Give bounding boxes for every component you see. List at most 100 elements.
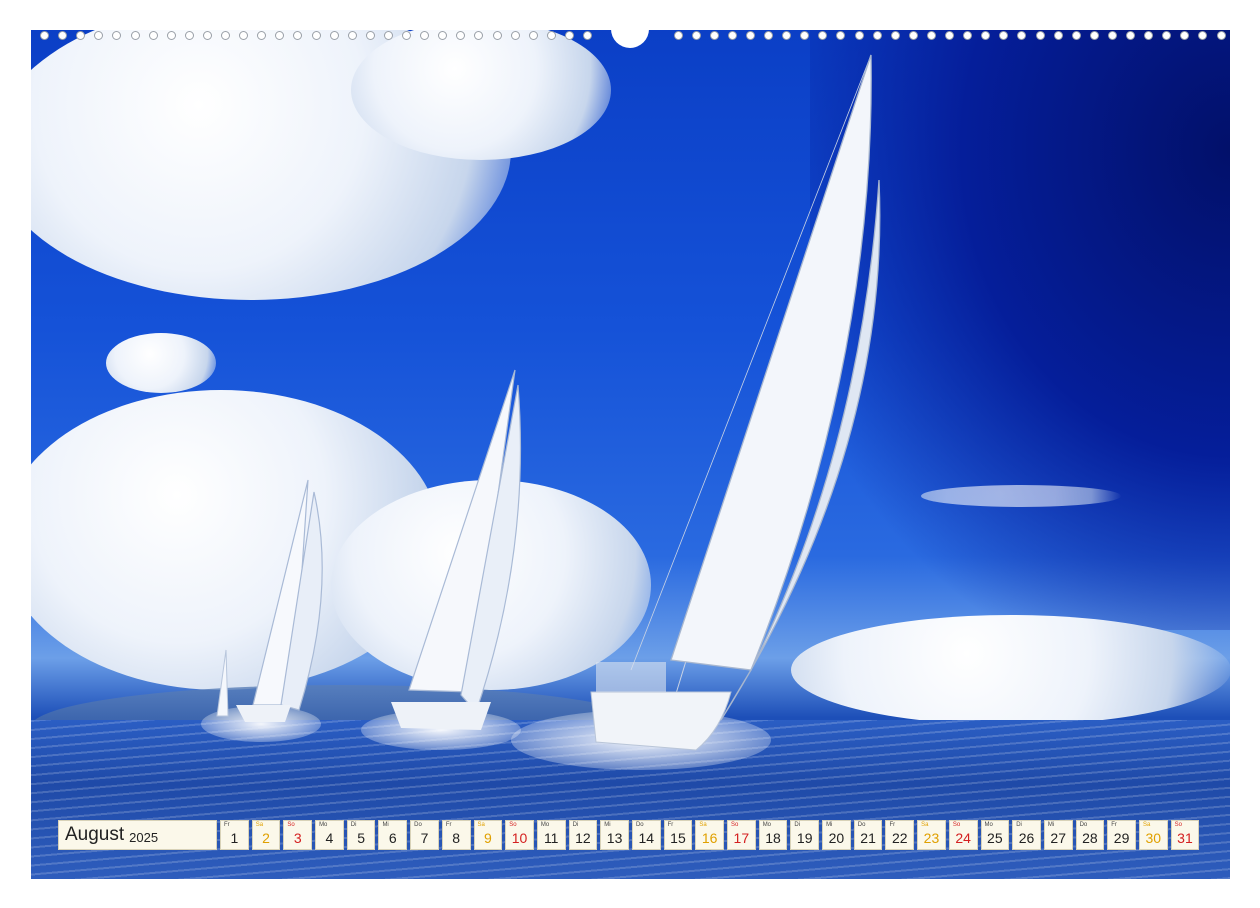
binding-ring [492, 31, 502, 40]
day-number: 4 [325, 830, 334, 846]
binding-ring [1162, 31, 1172, 40]
binding-ring [510, 31, 520, 40]
day-cell: Sa 2 [251, 820, 281, 850]
day-number: 16 [701, 830, 718, 846]
day-cell: Fr 22 [885, 820, 915, 850]
weekday-label: Fr [1111, 822, 1117, 828]
weekday-label: Sa [921, 822, 929, 828]
binding-ring [311, 31, 321, 40]
binding-ring [926, 31, 936, 40]
binding-ring [890, 31, 900, 40]
weekday-label: Sa [477, 822, 485, 828]
weekday-label: Do [635, 822, 644, 828]
binding-ring [1053, 31, 1063, 40]
day-cell: Sa 23 [917, 820, 946, 850]
binding-ring [365, 31, 375, 40]
day-number: 17 [733, 830, 750, 846]
day-cell: Mo 18 [758, 820, 788, 850]
weekday-label: Mo [984, 822, 993, 828]
day-cell: Di 5 [346, 820, 376, 850]
day-cell: So 24 [948, 820, 978, 850]
weekday-label: Di [572, 822, 579, 828]
day-cell: Di 19 [790, 820, 820, 850]
day-number: 30 [1145, 830, 1162, 846]
weekday-label: So [287, 822, 295, 828]
binding-ring [1089, 31, 1099, 40]
binding-ring [166, 31, 176, 40]
weekday-label: Sa [255, 822, 264, 828]
binding-ring [1107, 31, 1117, 40]
binding-ring [528, 31, 538, 40]
binding-ring [999, 31, 1009, 40]
weekday-label: Di [1016, 822, 1022, 828]
weekday-label: Di [794, 822, 801, 828]
sailboats-illustration [216, 54, 881, 751]
binding-ring [800, 31, 810, 40]
day-number: 26 [1018, 830, 1035, 846]
binding-ring [383, 31, 393, 40]
weekday-label: Sa [1142, 822, 1151, 828]
binding-ring [818, 31, 828, 40]
binding-ring [564, 31, 574, 40]
day-cell: Do 21 [853, 820, 883, 850]
sailboat-icon [590, 54, 881, 751]
day-number: 8 [452, 830, 461, 846]
calendar-photo [31, 30, 1230, 879]
weekday-label: Do [414, 822, 422, 828]
binding-ring [221, 31, 230, 40]
weekday-label: Fr [224, 822, 230, 828]
binding-ring [1017, 31, 1027, 40]
day-cell: Mi 6 [378, 820, 408, 850]
day-number: 20 [828, 830, 845, 846]
binding-ring [474, 31, 484, 40]
day-number: 13 [606, 830, 623, 846]
binding-ring [546, 31, 556, 40]
sailboat-icon [236, 479, 323, 722]
binding-ring [1035, 31, 1045, 40]
day-cell: Do 14 [631, 820, 661, 850]
month-label-box: August 2025 [58, 820, 217, 850]
binding-ring [673, 31, 683, 40]
binding-ring [202, 31, 212, 40]
binding-ring [275, 31, 285, 40]
binding-ring [76, 31, 86, 40]
weekday-label: So [731, 822, 739, 828]
weekday-label: Sa [699, 822, 707, 828]
binding-ring [1144, 31, 1154, 40]
day-cell: Mo 4 [315, 820, 344, 850]
day-number: 3 [293, 830, 302, 846]
weekday-label: Di [350, 822, 357, 828]
day-number: 6 [388, 830, 397, 846]
day-cell: Mo 11 [536, 820, 566, 850]
weekday-label: Mo [540, 822, 550, 828]
binding-ring [347, 31, 357, 40]
weekday-label: Fr [445, 822, 452, 828]
binding-ring [709, 31, 719, 40]
day-number: 21 [860, 830, 876, 846]
binding-ring [1071, 31, 1081, 40]
weekday-label: Mi [1047, 822, 1055, 828]
weekday-label: Do [1079, 822, 1088, 828]
binding-ring [94, 31, 104, 40]
binding-ring [1198, 31, 1208, 40]
binding-ring [456, 31, 466, 40]
sailboat-icon [391, 369, 522, 730]
weekday-label: Fr [667, 822, 674, 828]
day-cell: Fr 15 [663, 820, 693, 850]
binding-ring [1216, 31, 1226, 40]
day-number: 12 [575, 830, 591, 846]
day-number: 25 [987, 830, 1003, 846]
binding-ring [872, 31, 882, 40]
day-cell: Sa 30 [1138, 820, 1168, 850]
day-cell: So 3 [283, 820, 313, 850]
weekday-label: Mo [762, 822, 772, 828]
binding-ring [438, 31, 448, 40]
day-number: 2 [262, 830, 270, 846]
day-cell: Fr 8 [441, 820, 471, 850]
day-number: 29 [1113, 830, 1130, 846]
binding-ring [40, 31, 49, 40]
day-cell: Fr 29 [1107, 820, 1136, 850]
day-number: 15 [670, 830, 686, 846]
year: 2025 [129, 829, 159, 845]
day-cell: So 17 [727, 820, 756, 850]
